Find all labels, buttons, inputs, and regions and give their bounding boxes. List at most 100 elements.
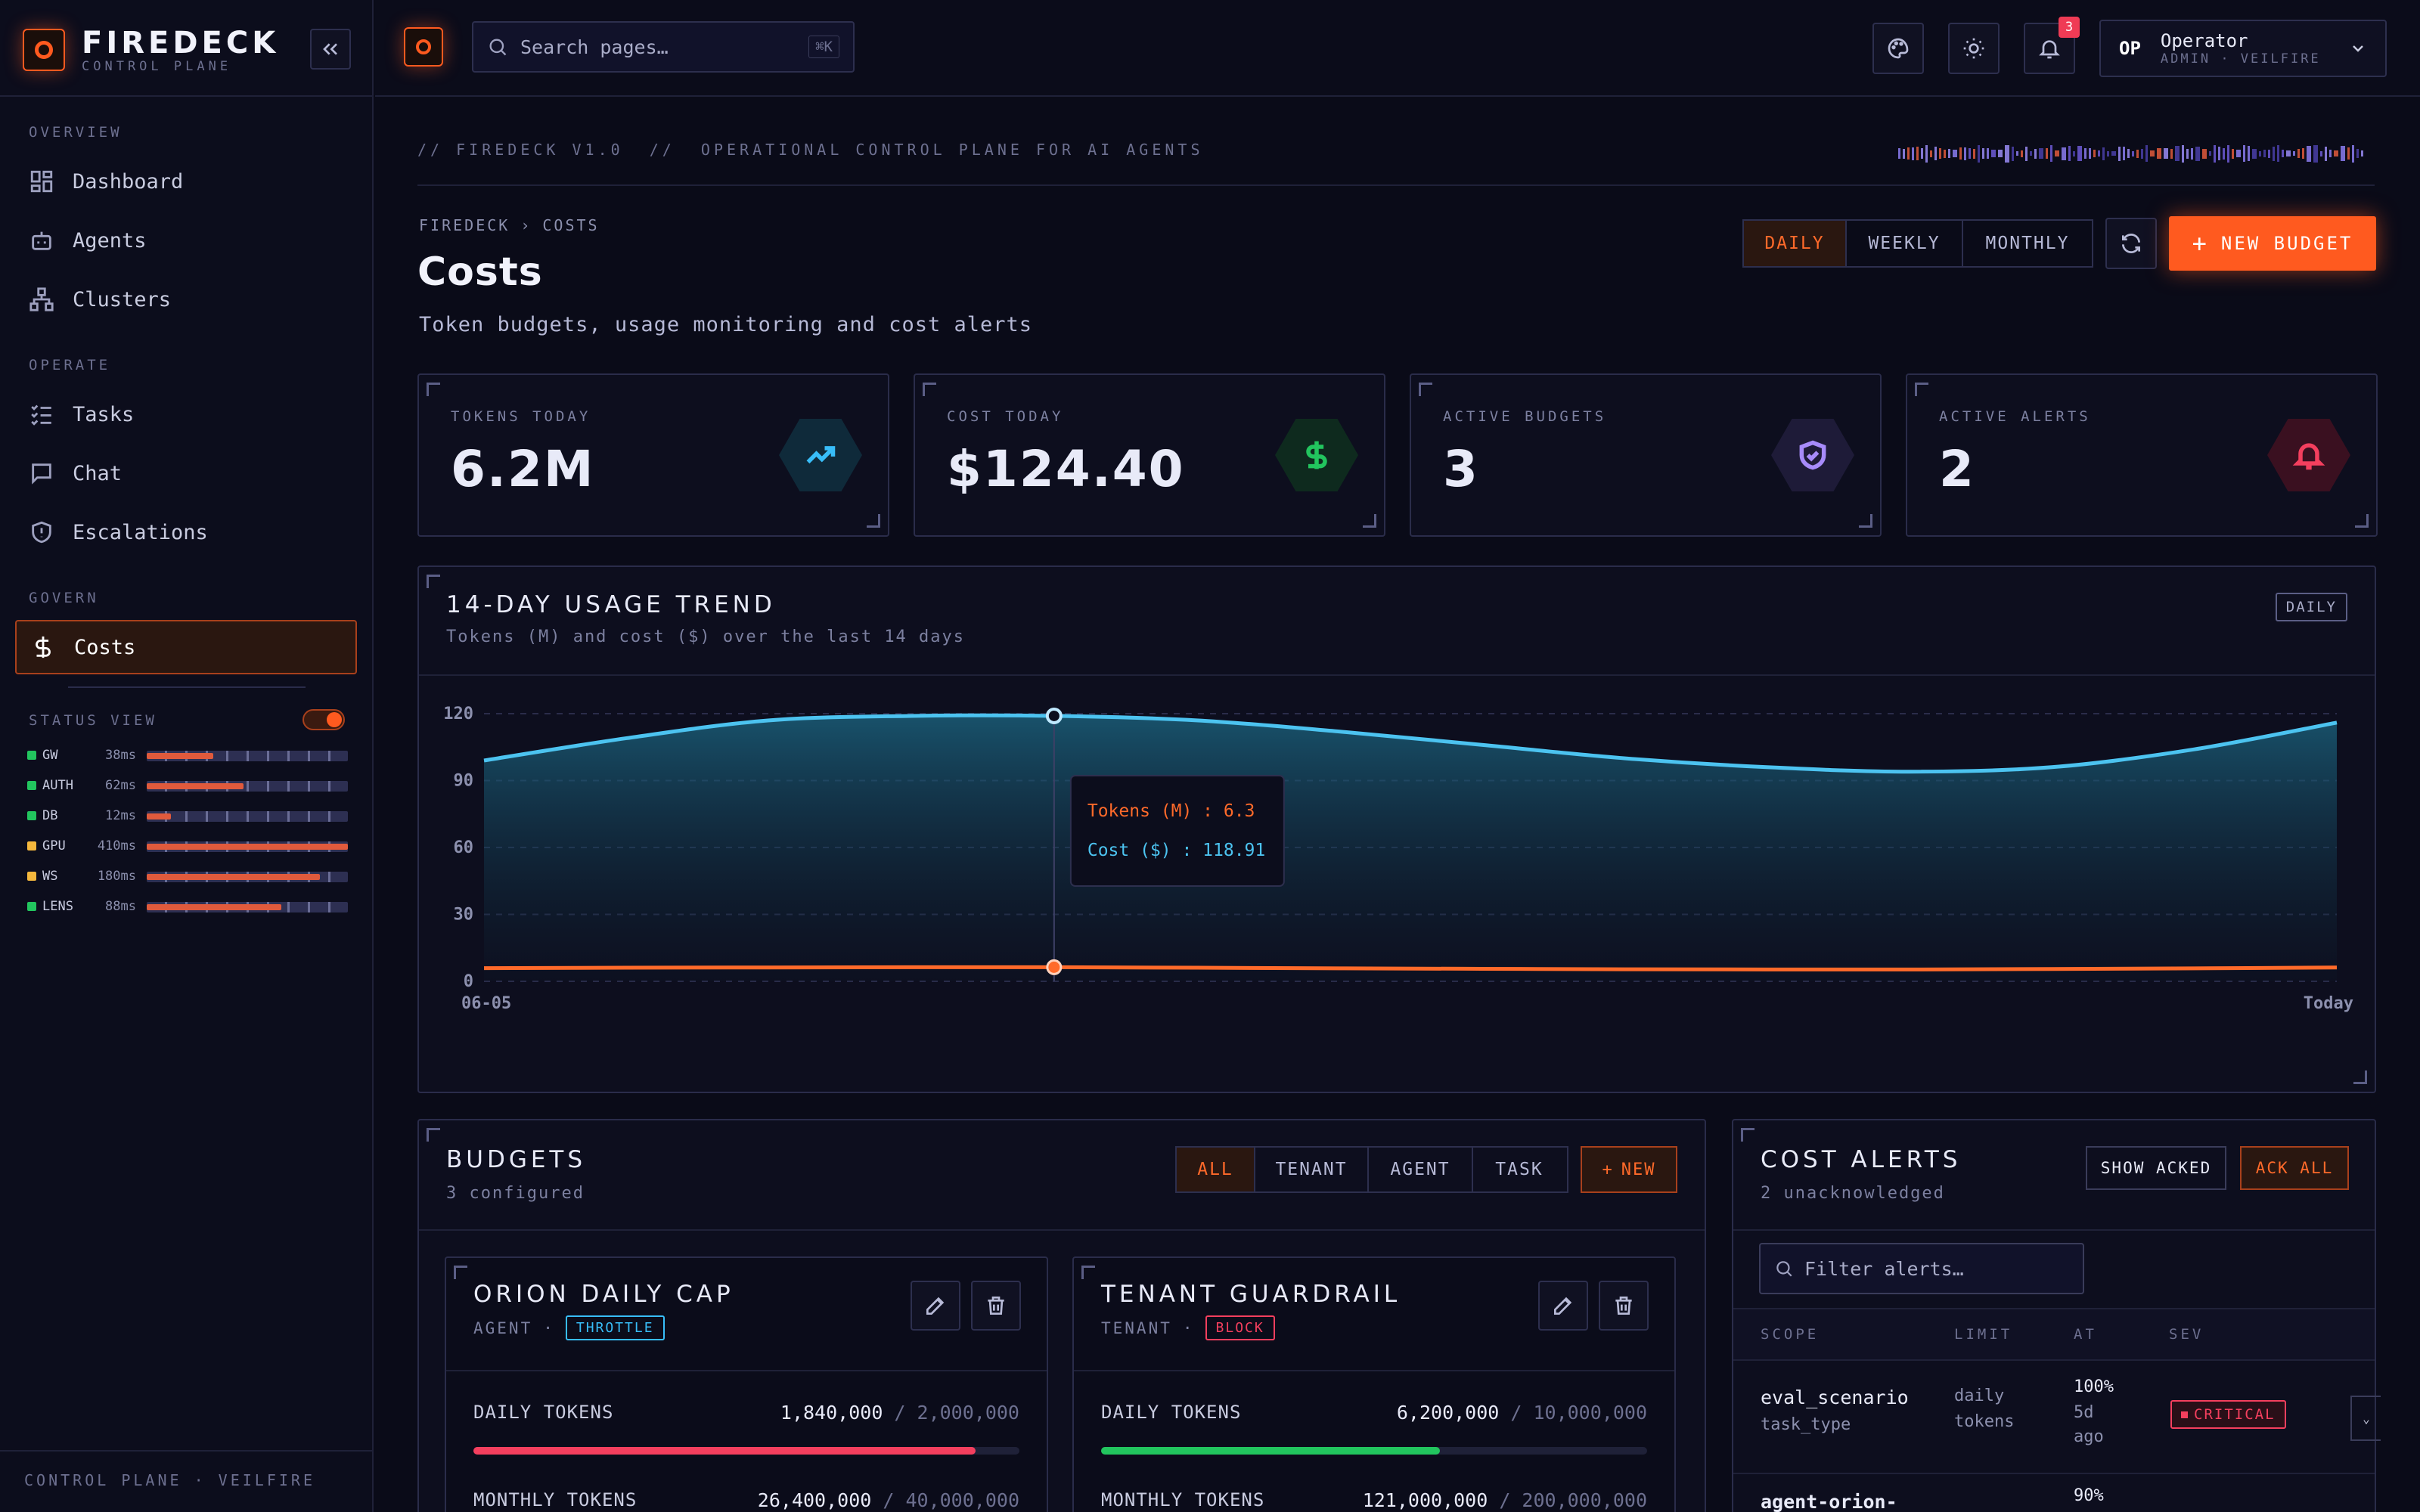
refresh-button[interactable] <box>2105 218 2157 269</box>
table-row[interactable]: eval_scenario task_type daily tokens 100… <box>1733 1361 2381 1474</box>
budget-card[interactable]: TENANT GUARDRAIL TENANT · BLOCK DAILY TOK… <box>1072 1256 1676 1512</box>
service-name: DB <box>42 808 58 823</box>
trend-title: 14-DAY USAGE TREND <box>446 591 776 618</box>
topbar: Search pages… ⌘K 3 OP Operator ADMIN · V… <box>375 0 2420 97</box>
spark-bar <box>1921 148 1923 159</box>
service-status-db: DB 12ms <box>27 804 348 827</box>
chat-icon <box>32 463 51 485</box>
status-dot <box>27 872 36 881</box>
filter-agent[interactable]: AGENT <box>1369 1148 1473 1191</box>
alert-at: 90% <box>2074 1486 2104 1505</box>
spark-bar <box>2102 147 2105 160</box>
spark-bar <box>2186 148 2189 159</box>
filter-tenant[interactable]: TENANT <box>1255 1148 1369 1191</box>
delete-budget-button[interactable] <box>971 1281 1021 1331</box>
user-menu[interactable]: OP Operator ADMIN · VEILFIRE <box>2099 20 2387 77</box>
new-budget-small-button[interactable]: + NEW <box>1581 1146 1677 1193</box>
firedeck-logo-icon[interactable] <box>404 27 443 67</box>
search-input[interactable]: Search pages… ⌘K <box>472 21 855 73</box>
spark-bar <box>2209 151 2211 156</box>
y-tick-label: 30 <box>454 906 474 925</box>
spark-bar <box>2175 146 2180 161</box>
table-row[interactable]: agent-orion- 90% <box>1733 1476 2375 1512</box>
brightness-button[interactable] <box>1948 23 2000 74</box>
sidebar-item-escalations[interactable]: Escalations <box>15 508 357 556</box>
spark-bar <box>2089 148 2091 159</box>
spark-bar <box>2259 150 2261 156</box>
trash-icon <box>1615 1297 1632 1315</box>
service-load-bar <box>147 841 348 852</box>
expand-row-button[interactable]: ⌄ <box>2350 1396 2381 1441</box>
theme-palette-button[interactable] <box>1872 23 1924 74</box>
app-name: FIREDECK <box>82 26 280 60</box>
pencil-icon <box>1554 1297 1572 1315</box>
kpi-value: 3 <box>1443 440 1479 498</box>
col-scope: SCOPE <box>1761 1326 1820 1343</box>
divider <box>68 686 306 688</box>
trend-subtitle: Tokens (M) and cost ($) over the last 14… <box>446 627 966 646</box>
service-status-auth: AUTH 62ms <box>27 774 348 797</box>
spark-bar <box>2218 147 2220 160</box>
sidebar-item-dashboard[interactable]: Dashboard <box>15 157 357 206</box>
ack-all-button[interactable]: ACK ALL <box>2240 1146 2349 1190</box>
period-tabs: DAILY WEEKLY MONTHLY <box>1742 219 2093 268</box>
notification-badge: 3 <box>2059 17 2080 38</box>
shield-check-icon <box>1799 440 1826 470</box>
user-role: ADMIN · VEILFIRE <box>2160 51 2321 67</box>
sidebar-item-agents[interactable]: Agents <box>15 216 357 265</box>
spark-bar <box>2107 150 2109 156</box>
kpi-label: TOKENS TODAY <box>451 408 591 425</box>
tab-monthly[interactable]: MONTHLY <box>1963 221 2092 266</box>
budget-row-label: DAILY TOKENS <box>473 1402 614 1423</box>
edit-budget-button[interactable] <box>1538 1281 1588 1331</box>
spark-bar <box>2034 148 2037 159</box>
tab-weekly[interactable]: WEEKLY <box>1847 221 1963 266</box>
spark-bar <box>2127 149 2130 158</box>
spark-bar <box>2021 150 2023 157</box>
spark-bar <box>1930 150 1932 157</box>
budget-name: ORION DAILY CAP <box>473 1281 734 1308</box>
cost-point <box>1045 707 1063 724</box>
kpi-label: ACTIVE ALERTS <box>1939 408 2091 425</box>
spark-bar <box>2202 148 2207 159</box>
cost-area <box>484 715 2337 981</box>
spark-bar <box>1991 150 1996 157</box>
filter-all[interactable]: ALL <box>1177 1148 1255 1191</box>
collapse-sidebar-button[interactable] <box>310 29 351 70</box>
budget-card[interactable]: ORION DAILY CAP AGENT · THROTTLE DAILY TO… <box>445 1256 1048 1512</box>
delete-budget-button[interactable] <box>1599 1281 1649 1331</box>
status-view-toggle[interactable] <box>302 709 345 730</box>
spark-bar <box>1969 148 1971 159</box>
tokens-point <box>1046 959 1063 975</box>
breadcrumb-root[interactable]: FIREDECK <box>419 216 510 234</box>
tooltip-tokens: Tokens (M) : 6.3 <box>1087 801 1255 821</box>
spark-bar <box>1939 148 1941 159</box>
spark-bar <box>2352 144 2354 163</box>
sidebar-item-label: Clusters <box>73 287 172 311</box>
spark-bar <box>2050 145 2052 162</box>
sidebar-item-chat[interactable]: Chat <box>15 449 357 497</box>
budget-meta: AGENT · THROTTLE <box>473 1315 665 1340</box>
show-acked-button[interactable]: SHOW ACKED <box>2086 1146 2226 1190</box>
spark-bar <box>2325 146 2327 161</box>
filter-alerts-input[interactable]: Filter alerts… <box>1759 1243 2084 1294</box>
sidebar-item-tasks[interactable]: Tasks <box>15 390 357 438</box>
budget-scope: AGENT <box>473 1318 533 1337</box>
new-budget-button[interactable]: + NEW BUDGET <box>2169 216 2376 271</box>
sun-icon <box>1963 38 1984 59</box>
spark-bar <box>2282 150 2284 157</box>
trash-icon <box>988 1297 1004 1315</box>
usage-trend-chart[interactable]: 0 30 60 90 120 06-05 Today Tokens (M) : 6.3 Cost… <box>419 676 2375 1092</box>
spark-bar <box>2005 144 2009 163</box>
sidebar-item-costs[interactable]: Costs <box>15 620 357 674</box>
col-sev: SEV <box>2169 1326 2204 1343</box>
service-latency: 180ms <box>97 869 136 884</box>
brand[interactable]: FIREDECK CONTROL PLANE <box>23 26 279 74</box>
filter-task[interactable]: TASK <box>1473 1148 1565 1191</box>
sidebar-item-clusters[interactable]: Clusters <box>15 275 357 324</box>
trend-up-icon <box>806 446 836 464</box>
spark-bar <box>2055 150 2059 156</box>
tab-daily[interactable]: DAILY <box>1744 221 1847 266</box>
spark-bar <box>2098 150 2100 156</box>
edit-budget-button[interactable] <box>911 1281 960 1331</box>
